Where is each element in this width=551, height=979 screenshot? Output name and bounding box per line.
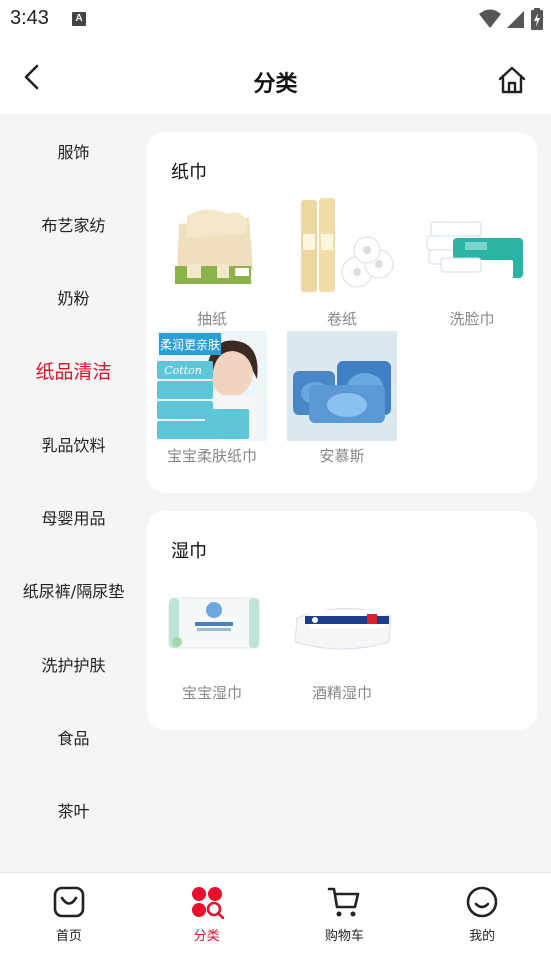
sidebar-item-mother-baby[interactable]: 母婴用品 [0,480,147,553]
sidebar-item-label: 奶粉 [57,289,90,309]
home-button[interactable] [496,64,528,96]
anmus-pack-image [287,331,397,441]
wifi-icon [479,9,501,28]
category-icon [191,887,224,919]
notification-icon: A [72,12,86,26]
sidebar-item-food[interactable]: 食品 [0,700,147,773]
product-label: 安慕斯 [319,447,365,465]
cart-icon [328,887,360,917]
sidebar-item-label: 服饰 [57,142,90,162]
section-card-tissue: 纸巾 抽纸 卷纸 洗脸巾 柔润更亲肤 Cotton 宝宝柔肤纸巾 安慕斯 [147,132,537,493]
signal-icon [507,11,524,28]
section-card-wipes: 湿巾 宝宝湿巾 酒精湿巾 [147,511,537,730]
product-anmus[interactable]: 安慕斯 [277,331,407,467]
product-baby-wipes[interactable]: 宝宝湿巾 [147,568,277,704]
tab-label: 分类 [193,929,220,944]
tab-profile[interactable]: 我的 [413,873,551,954]
section-title: 湿巾 [171,541,207,562]
sidebar-item-clothing[interactable]: 服饰 [0,114,147,187]
home-bag-icon [53,886,85,918]
product-label: 酒精湿巾 [311,684,372,702]
page-title: 分类 [253,72,298,97]
baby-tissue-image: 柔润更亲肤 Cotton [157,331,267,441]
toilet-roll-image [301,198,394,292]
product-label: 宝宝湿巾 [181,684,242,702]
sidebar-item-home-textiles[interactable]: 布艺家纺 [0,187,147,260]
alcohol-wipes-image [294,608,392,650]
sidebar-item-label: 乳品饮料 [41,435,106,455]
tab-home[interactable]: 首页 [0,873,138,954]
sidebar-item-label: 纸品清洁 [35,361,112,384]
sidebar-item-label: 食品 [57,729,90,749]
status-bar: 3:43 A [0,0,551,38]
profile-smile-icon [466,886,498,918]
gesture-area [0,954,551,979]
product-alcohol-wipes[interactable]: 酒精湿巾 [277,568,407,704]
sidebar-item-label: 洗护护肤 [41,655,106,675]
tissue-box-image [175,209,253,284]
tab-label: 购物车 [324,929,364,944]
baby-wipes-image [168,597,260,649]
status-icons [479,8,543,30]
section-title: 纸巾 [171,162,207,183]
sidebar-item-label: 布艺家纺 [41,215,106,235]
product-image-slogan: 柔润更亲肤 [160,337,220,352]
category-sidebar: 服饰 布艺家纺 奶粉 纸品清洁 乳品饮料 母婴用品 纸尿裤/隔尿垫 洗护护肤 食… [0,114,147,872]
product-toilet-roll[interactable]: 卷纸 [277,194,407,330]
back-button[interactable] [18,62,48,92]
status-time: 3:43 [10,7,49,29]
product-face-towel[interactable]: 洗脸巾 [407,194,537,330]
face-towel-image [426,221,523,278]
sidebar-item-tea[interactable]: 茶叶 [0,774,147,847]
tab-label: 首页 [55,929,82,944]
tab-label: 我的 [469,929,496,944]
product-image-brand: Cotton [164,364,202,377]
product-label: 洗脸巾 [449,310,495,328]
tab-cart[interactable]: 购物车 [276,873,414,954]
battery-icon [531,8,543,30]
sidebar-item-label: 茶叶 [57,802,90,822]
sidebar-item-diapers[interactable]: 纸尿裤/隔尿垫 [0,554,147,627]
product-facial-tissue[interactable]: 抽纸 [147,194,277,330]
sidebar-item-skincare[interactable]: 洗护护肤 [0,627,147,700]
sidebar-item-label: 母婴用品 [41,509,106,529]
product-label: 抽纸 [196,310,227,328]
sidebar-item-dairy-drinks[interactable]: 乳品饮料 [0,407,147,480]
sidebar-item-milk-powder[interactable]: 奶粉 [0,261,147,334]
product-baby-tissue[interactable]: 柔润更亲肤 Cotton 宝宝柔肤纸巾 [147,331,277,467]
tab-category[interactable]: 分类 [138,873,276,954]
sidebar-item-paper-cleaning[interactable]: 纸品清洁 [0,334,147,407]
product-label: 宝宝柔肤纸巾 [166,447,257,465]
sidebar-item-label: 纸尿裤/隔尿垫 [22,582,125,602]
bottom-tab-bar: 首页 分类 购物车 我的 [0,872,551,954]
nav-header: 分类 [0,38,551,114]
product-label: 卷纸 [326,310,357,328]
